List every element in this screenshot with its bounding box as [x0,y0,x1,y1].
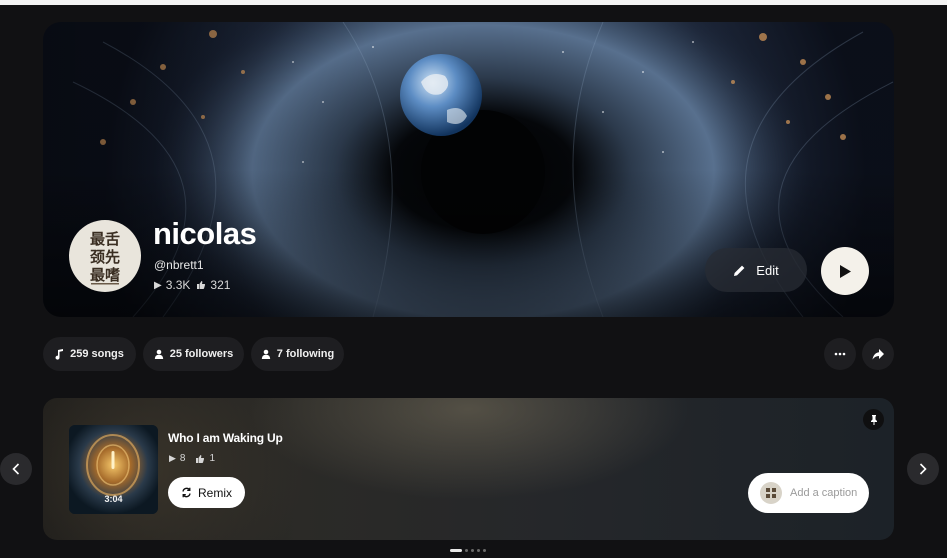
song-title[interactable]: Who I am Waking Up [168,431,283,445]
remix-label: Remix [197,485,232,500]
carousel-dot[interactable] [477,549,480,552]
avatar-logo-small [766,488,776,498]
profile-name: nicolas [153,216,257,251]
add-caption-button[interactable]: Add a caption [748,473,869,513]
svg-text:最舌: 最舌 [90,230,120,248]
carousel-dot[interactable] [483,549,486,552]
profile-likes: 321 [210,278,231,292]
caption-avatar [760,482,782,504]
edit-profile-button[interactable]: Edit [705,248,807,292]
followers-pill[interactable]: 25 followers [143,337,244,371]
thumbs-up-icon [197,281,206,289]
song-duration: 3:04 [104,494,123,504]
play-icon: ▶ [169,453,176,463]
carousel-dot[interactable] [465,549,468,552]
carousel-prev-button[interactable] [0,453,32,485]
music-note-icon [55,348,64,360]
carousel-next-button[interactable] [907,453,939,485]
thumbs-up-icon [196,454,205,463]
play-icon [840,264,851,278]
more-options-button[interactable] [824,338,856,370]
chevron-left-icon [12,463,20,475]
profile-handle: @nbrett1 [154,258,204,272]
more-horizontal-icon [834,352,846,356]
songs-pill[interactable]: 259 songs [43,337,136,371]
play-icon: ▶ [154,279,162,291]
svg-text:颈先: 颈先 [89,248,120,266]
song-cover[interactable]: 3:04 [69,425,158,514]
play-button[interactable] [821,247,869,295]
pin-button[interactable] [863,409,884,430]
following-pill[interactable]: 7 following [251,337,344,371]
profile-banner: 最舌 颈先 最嗜 nicolas @nbrett1 ▶ 3.3K 321 Edi… [43,22,894,317]
profile-plays: 3.3K [165,278,191,292]
svg-text:最嗜: 最嗜 [90,266,120,284]
user-icon [261,349,270,359]
pin-icon [870,414,877,425]
user-icon [154,349,163,359]
pencil-icon [734,265,745,276]
profile-stats: ▶ 3.3K 321 [154,278,230,292]
profile-avatar[interactable]: 最舌 颈先 最嗜 [69,220,141,292]
song-stats: ▶ 8 1 [169,453,215,464]
song-plays: 8 [179,453,186,464]
share-button[interactable] [862,338,894,370]
chevron-right-icon [919,463,927,475]
featured-song-card[interactable]: 3:04 Who I am Waking Up ▶ 8 1 Remix Add … [43,398,894,540]
remix-button[interactable]: Remix [168,477,245,508]
remix-icon [182,487,191,498]
carousel-dot[interactable] [450,549,462,552]
followers-count: 25 followers [169,348,234,360]
share-icon [872,348,884,359]
avatar-logo: 最舌 颈先 最嗜 [89,230,120,285]
songs-count: 259 songs [70,348,124,360]
carousel-dot[interactable] [471,549,474,552]
song-likes: 1 [209,453,216,464]
carousel-dots [450,549,486,552]
caption-placeholder: Add a caption [790,487,858,499]
top-bar [0,0,947,5]
following-count: 7 following [276,348,335,360]
edit-label: Edit [756,262,779,278]
